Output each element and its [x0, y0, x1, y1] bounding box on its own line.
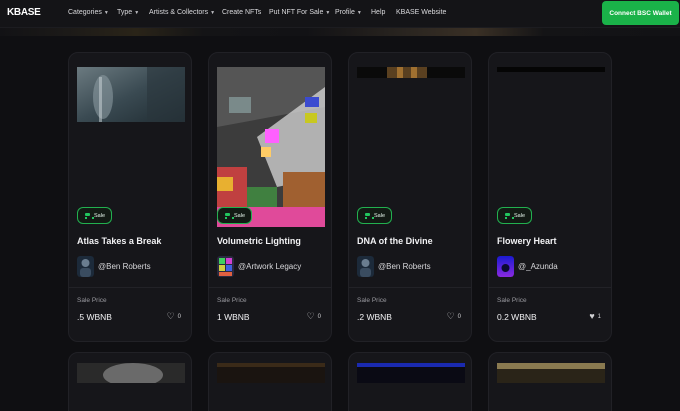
nft-title[interactable]: Atlas Takes a Break — [77, 236, 161, 246]
nft-title[interactable]: DNA of the Divine — [357, 236, 433, 246]
price-label: Sale Price — [217, 297, 247, 304]
nft-title[interactable]: Volumetric Lighting — [217, 236, 301, 246]
nav-profile[interactable]: Profile ▼ — [335, 9, 362, 16]
heart-filled-icon: ♥ — [589, 311, 595, 321]
heart-outline-icon: ♡ — [306, 311, 315, 321]
artist-link[interactable]: @_Azunda — [497, 256, 558, 277]
top-navbar: KBASE Categories ▼ Type ▼ Artists & Collec… — [0, 0, 680, 28]
sale-badge: Sale — [217, 207, 253, 224]
sale-badge: Sale — [357, 207, 393, 224]
heart-outline-icon: ♡ — [446, 311, 455, 321]
divider — [349, 287, 471, 288]
chevron-down-icon: ▼ — [356, 9, 362, 16]
cart-icon — [224, 212, 234, 219]
price-label: Sale Price — [357, 297, 387, 304]
price-value: .2 WBNB — [357, 312, 392, 322]
connect-wallet-button[interactable]: Connect BSC Wallet — [602, 1, 679, 25]
nft-card[interactable] — [208, 352, 332, 411]
artist-link[interactable]: @Ben Roberts — [357, 256, 431, 277]
chevron-down-icon: ▼ — [210, 9, 216, 16]
nft-card[interactable]: Sale DNA of the Divine @Ben Roberts Sale… — [348, 52, 472, 342]
chevron-down-icon: ▼ — [325, 9, 331, 16]
heart-outline-icon: ♡ — [166, 311, 175, 321]
nav-help[interactable]: Help — [371, 9, 385, 16]
chevron-down-icon: ▼ — [134, 9, 140, 16]
avatar — [357, 256, 374, 277]
price-label: Sale Price — [497, 297, 527, 304]
nft-card[interactable]: Sale Flowery Heart @_Azunda Sale Price 0… — [488, 52, 612, 342]
nft-card[interactable] — [488, 352, 612, 411]
like-count: 0 — [457, 313, 461, 320]
nft-image[interactable] — [217, 363, 325, 383]
like-button[interactable]: ♥ 1 — [589, 312, 601, 321]
avatar — [217, 256, 234, 277]
like-button[interactable]: ♡ 0 — [167, 312, 181, 321]
nft-image[interactable] — [357, 67, 465, 78]
nav-put-nft-for-sale[interactable]: Put NFT For Sale ▼ — [269, 9, 330, 16]
like-count: 0 — [177, 313, 181, 320]
cart-icon — [504, 212, 514, 219]
nft-image[interactable] — [497, 67, 605, 72]
cart-icon — [84, 212, 94, 219]
nft-image[interactable] — [497, 363, 605, 383]
divider — [209, 287, 331, 288]
avatar — [77, 256, 94, 277]
nft-image[interactable] — [217, 67, 325, 227]
artist-link[interactable]: @Ben Roberts — [77, 256, 151, 277]
kbase-logo[interactable]: KBASE — [7, 7, 41, 18]
nft-card[interactable] — [348, 352, 472, 411]
nft-card[interactable]: Sale Volumetric Lighting @Artwork Legacy… — [208, 52, 332, 342]
artist-link[interactable]: @Artwork Legacy — [217, 256, 301, 277]
price-value: 0.2 WBNB — [497, 312, 537, 322]
sale-badge: Sale — [497, 207, 533, 224]
nav-categories[interactable]: Categories ▼ — [68, 9, 109, 16]
nft-card[interactable] — [68, 352, 192, 411]
nft-image[interactable] — [357, 363, 465, 383]
like-button[interactable]: ♡ 0 — [307, 312, 321, 321]
price-label: Sale Price — [77, 297, 107, 304]
like-count: 0 — [317, 313, 321, 320]
banner-strip — [0, 28, 680, 36]
like-button[interactable]: ♡ 0 — [447, 312, 461, 321]
nft-card[interactable]: Sale Atlas Takes a Break @Ben Roberts Sa… — [68, 52, 192, 342]
nft-image[interactable] — [77, 363, 185, 383]
nav-type[interactable]: Type ▼ — [117, 9, 139, 16]
divider — [69, 287, 191, 288]
sale-badge: Sale — [77, 207, 113, 224]
price-value: .5 WBNB — [77, 312, 112, 322]
nav-artists-collectors[interactable]: Artists & Collectors ▼ — [149, 9, 215, 16]
avatar — [497, 256, 514, 277]
divider — [489, 287, 611, 288]
cart-icon — [364, 212, 374, 219]
nav-kbase-website[interactable]: KBASE Website — [396, 9, 446, 16]
price-value: 1 WBNB — [217, 312, 250, 322]
nft-title[interactable]: Flowery Heart — [497, 236, 557, 246]
nav-create-nfts[interactable]: Create NFTs — [222, 9, 261, 16]
like-count: 1 — [597, 313, 601, 320]
chevron-down-icon: ▼ — [103, 9, 109, 16]
nft-image[interactable] — [77, 67, 185, 122]
